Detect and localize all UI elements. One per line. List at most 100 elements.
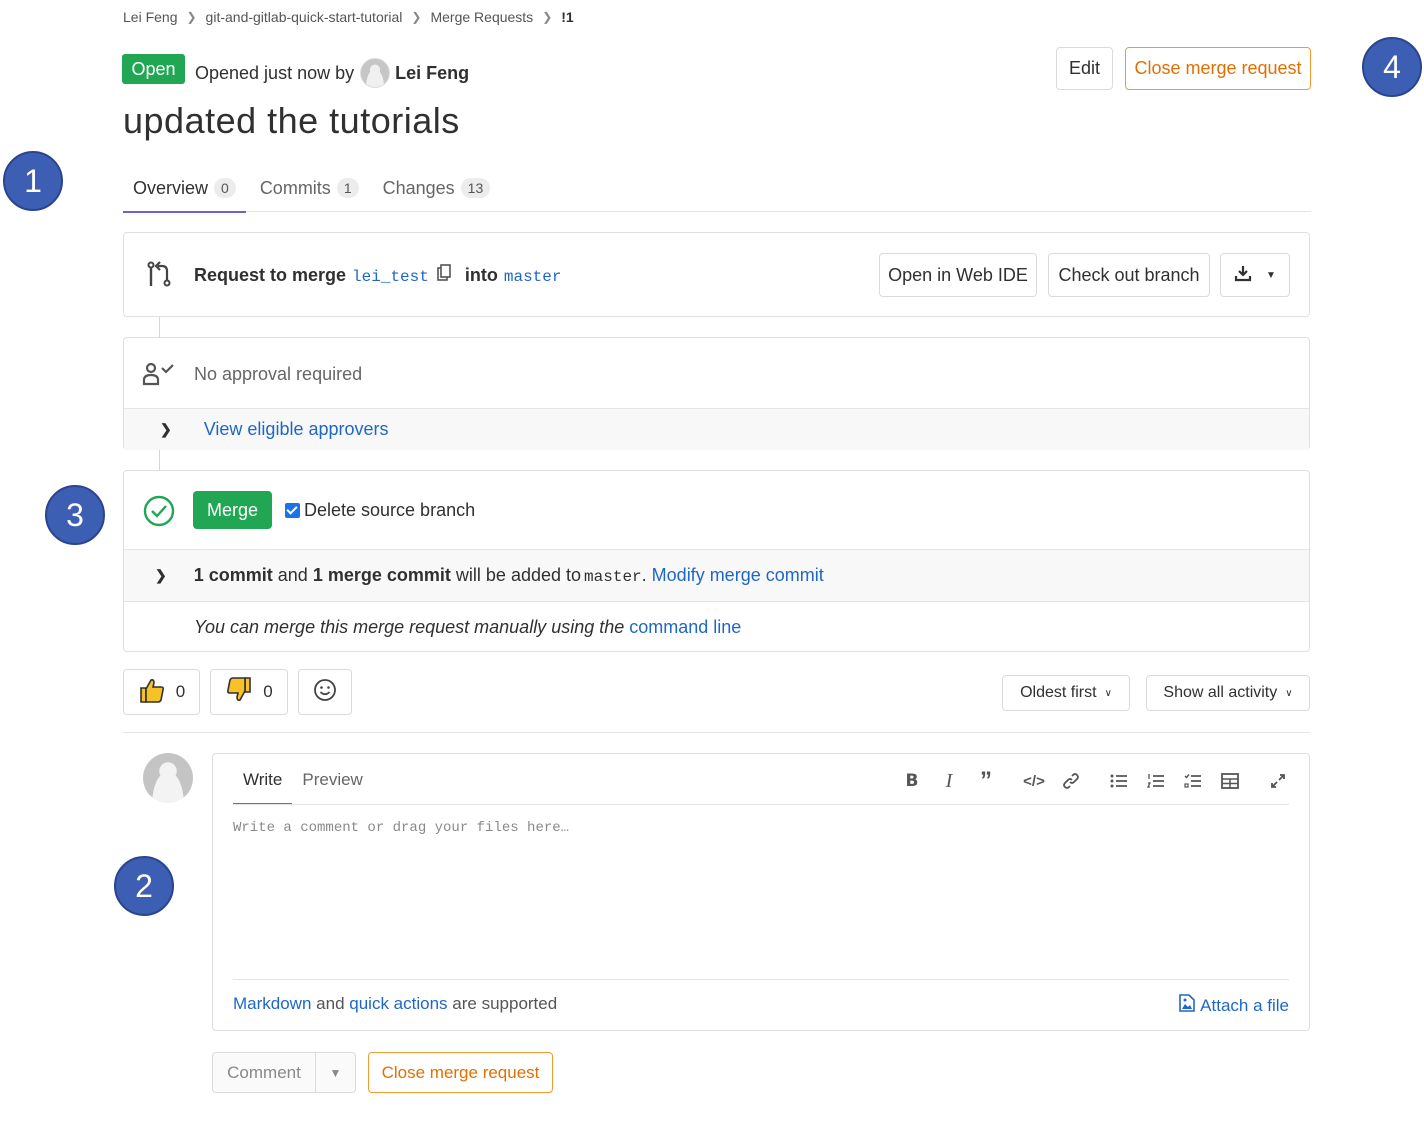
editor-divider xyxy=(233,804,1289,805)
thumbs-up-icon xyxy=(138,676,166,709)
current-user-avatar[interactable] xyxy=(143,753,193,803)
link-icon[interactable] xyxy=(1058,770,1084,792)
thumbs-down-count: 0 xyxy=(263,682,273,701)
command-line-link[interactable]: command line xyxy=(629,617,741,637)
task-list-icon[interactable] xyxy=(1180,770,1206,792)
tab-write[interactable]: Write xyxy=(233,754,293,805)
commit-count: 1 commit xyxy=(193,565,273,585)
callout-3: 3 xyxy=(45,485,105,545)
author-name[interactable]: Lei Feng xyxy=(395,63,469,84)
manual-merge-row: You can merge this merge request manuall… xyxy=(124,601,1309,652)
timeline-connector xyxy=(159,317,160,337)
check-out-branch-button[interactable]: Check out branch xyxy=(1048,253,1210,297)
delete-source-branch-label[interactable]: Delete source branch xyxy=(304,500,475,521)
view-approvers-row[interactable]: ❯ View eligible approvers xyxy=(124,408,1309,450)
markdown-hint: Markdown and quick actions are supported xyxy=(233,994,557,1017)
copy-icon[interactable] xyxy=(437,264,451,286)
comment-options-caret-icon[interactable]: ▼ xyxy=(316,1053,355,1092)
merge-button[interactable]: Merge xyxy=(193,491,272,529)
target-branch-link[interactable]: master xyxy=(504,268,562,286)
breadcrumb-merge-requests[interactable]: Merge Requests xyxy=(430,9,533,25)
table-icon[interactable] xyxy=(1217,770,1243,792)
comment-split-button: Comment ▼ xyxy=(212,1052,356,1093)
supported-text: are supported xyxy=(452,994,558,1013)
approval-user-icon xyxy=(142,362,176,391)
download-dropdown-button[interactable]: ▼ xyxy=(1220,253,1290,297)
delete-source-branch-checkbox[interactable] xyxy=(285,503,300,518)
add-reaction-button[interactable] xyxy=(298,669,352,715)
opened-info: Opened just now by Lei Feng xyxy=(195,58,469,88)
tab-count: 1 xyxy=(336,178,359,198)
manual-merge-label: You can merge this merge request manuall… xyxy=(194,616,625,637)
comment-button[interactable]: Comment xyxy=(213,1053,316,1092)
attach-file-link[interactable]: Attach a file xyxy=(1179,994,1289,1017)
quote-icon[interactable]: ” xyxy=(973,767,999,794)
tab-count: 0 xyxy=(214,178,236,198)
approval-panel: No approval required ❯ View eligible app… xyxy=(123,337,1310,450)
tab-preview[interactable]: Preview xyxy=(292,754,372,805)
chevron-down-icon: ∨ xyxy=(1285,687,1293,699)
merge-panel: Merge Delete source branch ❯ 1 commit an… xyxy=(123,470,1310,652)
edit-button[interactable]: Edit xyxy=(1056,47,1113,90)
thumbs-up-button[interactable]: 0 xyxy=(123,669,200,715)
delete-source-branch-option[interactable]: Delete source branch xyxy=(285,500,475,521)
chevron-right-icon: ❯ xyxy=(542,10,553,24)
check-circle-icon xyxy=(143,495,175,532)
quick-actions-link[interactable]: quick actions xyxy=(349,994,447,1013)
activity-filter-dropdown[interactable]: Show all activity ∨ xyxy=(1146,675,1310,711)
manual-merge-text: You can merge this merge request manuall… xyxy=(194,617,741,638)
close-merge-request-button[interactable]: Close merge request xyxy=(1125,47,1311,90)
editor-tabs: Write Preview xyxy=(233,754,373,805)
image-icon xyxy=(1179,994,1195,1017)
tab-label: Changes xyxy=(382,177,455,198)
and-text: and xyxy=(277,565,308,585)
merge-commit-count: 1 merge commit xyxy=(312,565,451,585)
thumbs-down-button[interactable]: 0 xyxy=(210,669,288,715)
editor-footer: Markdown and quick actions are supported… xyxy=(233,994,1289,1017)
thumbs-down-icon xyxy=(225,676,253,709)
merge-request-description: Request to merge lei_test into master xyxy=(194,264,561,286)
breadcrumb: Lei Feng ❯ git-and-gitlab-quick-start-tu… xyxy=(123,9,574,25)
tab-overview[interactable]: Overview 0 xyxy=(123,164,246,213)
bold-icon[interactable]: B xyxy=(899,770,925,792)
editor-toolbar: B I ” </> xyxy=(888,767,1291,794)
italic-icon[interactable]: I xyxy=(936,770,962,792)
code-icon[interactable]: </> xyxy=(1021,770,1047,792)
chevron-right-icon: ❯ xyxy=(160,421,172,437)
author-avatar[interactable] xyxy=(360,58,391,88)
source-branch-link[interactable]: lei_test xyxy=(352,268,429,286)
tab-count: 13 xyxy=(460,178,491,198)
activity-label: Show all activity xyxy=(1163,684,1278,701)
into-label: into xyxy=(464,265,498,285)
numbered-list-icon[interactable] xyxy=(1143,770,1169,792)
opened-label: Opened just now by xyxy=(195,62,355,83)
chevron-right-icon[interactable]: ❯ xyxy=(155,567,167,584)
request-to-merge-label: Request to merge xyxy=(194,265,347,285)
modify-merge-commit-link[interactable]: Modify merge commit xyxy=(652,565,824,585)
breadcrumb-mr-id[interactable]: !1 xyxy=(561,9,573,25)
fullscreen-icon[interactable] xyxy=(1265,770,1291,792)
callout-2: 2 xyxy=(114,856,174,916)
close-merge-request-bottom-button[interactable]: Close merge request xyxy=(368,1052,553,1093)
breadcrumb-user[interactable]: Lei Feng xyxy=(123,9,177,25)
merge-request-info-panel: Request to merge lei_test into master Op… xyxy=(123,232,1310,317)
will-be-added-text: will be added to xyxy=(455,565,582,585)
sort-dropdown[interactable]: Oldest first ∨ xyxy=(1002,675,1130,711)
comment-textarea[interactable]: Write a comment or drag your files here… xyxy=(233,820,569,836)
comment-editor: Write Preview B I ” </> Write a comment … xyxy=(212,753,1310,1031)
bullet-list-icon[interactable] xyxy=(1106,770,1132,792)
period-text: . xyxy=(641,565,647,585)
approval-status: No approval required xyxy=(194,364,363,384)
tab-label: Commits xyxy=(259,177,331,198)
view-eligible-approvers-link[interactable]: View eligible approvers xyxy=(204,419,389,440)
section-divider xyxy=(123,732,1310,733)
download-icon xyxy=(1234,264,1252,287)
merge-commit-summary: 1 commit and 1 merge commit will be adde… xyxy=(194,565,824,586)
markdown-link[interactable]: Markdown xyxy=(233,994,311,1013)
tab-changes[interactable]: Changes 13 xyxy=(373,164,501,212)
breadcrumb-project[interactable]: git-and-gitlab-quick-start-tutorial xyxy=(206,9,403,25)
mr-tabs: Overview 0 Commits 1 Changes 13 xyxy=(123,164,1311,213)
chevron-right-icon: ❯ xyxy=(411,10,422,24)
open-in-web-ide-button[interactable]: Open in Web IDE xyxy=(879,253,1037,297)
tab-commits[interactable]: Commits 1 xyxy=(250,164,369,212)
